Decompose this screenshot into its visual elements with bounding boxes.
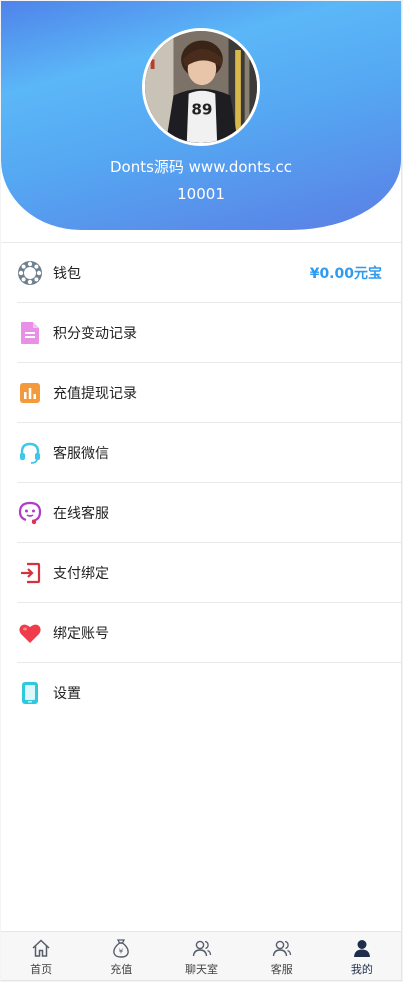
menu-list: 钱包 ¥0.00元宝 积分变动记录 充值提现记录 客服微信 在线客服 支付绑定 … — [1, 242, 401, 723]
avatar-image: 89 — [145, 31, 257, 143]
user-icon — [353, 940, 370, 957]
tab-label: 客服 — [270, 963, 293, 976]
points-record-icon — [17, 320, 43, 346]
profile-header: 89 Donts源码 www.donts.cc 10001 — [1, 1, 401, 230]
chat-users-icon — [192, 940, 211, 957]
profile-page: 89 Donts源码 www.donts.cc 10001 钱包 ¥0.00元宝… — [1, 1, 402, 981]
menu-item-label: 支付绑定 — [53, 565, 109, 582]
menu-item-wechat-service[interactable]: 客服微信 — [17, 423, 401, 483]
menu-item-label: 设置 — [53, 686, 81, 702]
avatar[interactable]: 89 — [142, 28, 260, 146]
wallet-balance: ¥0.00元宝 — [309, 265, 382, 282]
username: Donts源码 www.donts.cc — [109, 158, 293, 176]
phone-icon — [17, 680, 43, 706]
svg-text:89: 89 — [191, 101, 212, 119]
menu-item-points-record[interactable]: 积分变动记录 — [17, 303, 401, 363]
tab-label: 首页 — [30, 963, 53, 976]
tab-chatroom[interactable]: 聊天室 — [161, 932, 241, 980]
service-users-icon — [272, 940, 291, 957]
tab-recharge[interactable]: ¥ 充值 — [81, 932, 161, 980]
heart-icon — [17, 620, 43, 646]
tab-home[interactable]: 首页 — [1, 932, 81, 980]
menu-item-label: 钱包 — [53, 265, 81, 282]
online-service-icon — [17, 500, 43, 526]
menu-item-label: 绑定账号 — [53, 625, 109, 642]
menu-item-recharge-record[interactable]: 充值提现记录 — [17, 363, 401, 423]
money-bag-icon: ¥ — [113, 939, 130, 958]
menu-item-label: 客服微信 — [53, 445, 109, 462]
menu-item-online-service[interactable]: 在线客服 — [17, 483, 401, 543]
menu-item-settings[interactable]: 设置 — [17, 663, 401, 723]
menu-item-label: 在线客服 — [53, 505, 109, 522]
menu-item-wallet[interactable]: 钱包 ¥0.00元宝 — [17, 243, 401, 303]
home-icon — [32, 939, 50, 957]
payment-bind-icon — [17, 560, 43, 586]
recharge-record-icon — [17, 380, 43, 406]
menu-item-label: 充值提现记录 — [53, 385, 137, 402]
headset-icon — [17, 440, 43, 466]
tab-label: 充值 — [110, 963, 133, 976]
tab-service[interactable]: 客服 — [242, 932, 322, 980]
bottom-tab-bar: 首页 ¥ 充值 聊天室 客服 我的 — [1, 931, 401, 980]
user-id: 10001 — [177, 185, 225, 203]
menu-item-payment-bind[interactable]: 支付绑定 — [17, 543, 401, 603]
tab-label: 聊天室 — [185, 963, 218, 976]
tab-mine[interactable]: 我的 — [322, 932, 401, 980]
wallet-icon — [17, 260, 43, 286]
menu-item-bind-account[interactable]: 绑定账号 — [17, 603, 401, 663]
tab-label: 我的 — [350, 963, 373, 976]
menu-item-label: 积分变动记录 — [53, 325, 137, 342]
svg-text:¥: ¥ — [119, 948, 124, 956]
